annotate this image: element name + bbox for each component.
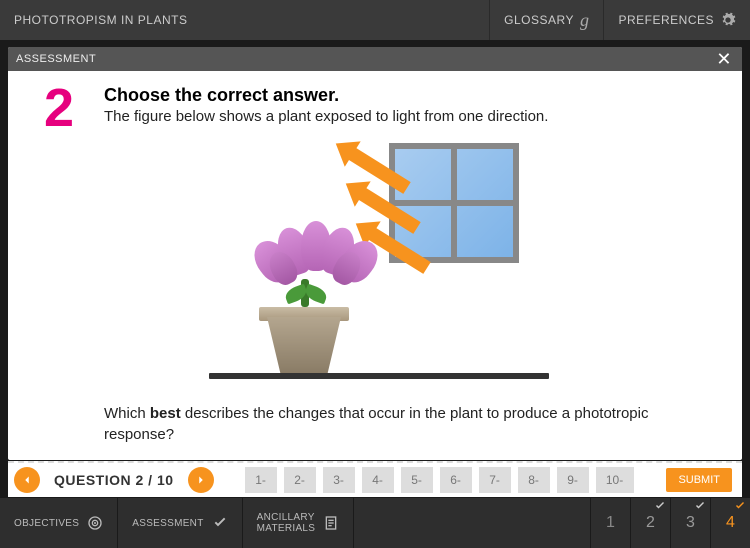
check-icon <box>212 515 228 531</box>
submit-button[interactable]: SUBMIT <box>666 468 732 492</box>
check-icon <box>694 500 706 512</box>
section-3[interactable]: 3 <box>670 498 710 548</box>
page-link-9[interactable]: 9- <box>557 467 589 493</box>
chevron-left-icon <box>20 473 34 487</box>
assessment-tab[interactable]: ASSESSMENT <box>118 498 242 548</box>
plant-illustration <box>249 283 359 373</box>
page-link-6[interactable]: 6- <box>440 467 472 493</box>
section-2[interactable]: 2 <box>630 498 670 548</box>
assessment-label: ASSESSMENT <box>132 518 203 529</box>
page-link-1[interactable]: 1- <box>245 467 277 493</box>
document-icon <box>323 515 339 531</box>
glossary-button[interactable]: GLOSSARY g <box>489 0 603 40</box>
panel-header: ASSESSMENT ✕ <box>8 47 742 71</box>
gear-icon <box>720 12 736 28</box>
question-desc: The figure below shows a plant exposed t… <box>104 108 714 125</box>
page-link-3[interactable]: 3- <box>323 467 355 493</box>
ancillary-label-2: MATERIALS <box>257 523 316 534</box>
question-number: 2 <box>44 77 74 139</box>
assessment-panel: ASSESSMENT ✕ 2 Choose the correct answer… <box>8 47 742 460</box>
page-link-2[interactable]: 2- <box>284 467 316 493</box>
section-1[interactable]: 1 <box>590 498 630 548</box>
question-nav: QUESTION 2 / 10 1- 2- 3- 4- 5- 6- 7- 8- … <box>8 461 742 497</box>
page-link-10[interactable]: 10- <box>596 467 634 493</box>
preferences-button[interactable]: PREFERENCES <box>603 0 750 40</box>
close-icon[interactable]: ✕ <box>714 49 734 70</box>
window-illustration <box>389 143 519 263</box>
glossary-icon: g <box>580 10 590 31</box>
prev-button[interactable] <box>14 467 40 493</box>
preferences-label: PREFERENCES <box>618 13 714 27</box>
chevron-right-icon <box>194 473 208 487</box>
target-icon <box>87 515 103 531</box>
question-title: Choose the correct answer. <box>104 85 714 106</box>
question-content: 2 Choose the correct answer. The figure … <box>8 71 742 460</box>
ancillary-tab[interactable]: ANCILLARY MATERIALS <box>243 498 355 548</box>
shelf-line <box>209 373 549 379</box>
page-link-8[interactable]: 8- <box>518 467 550 493</box>
next-button[interactable] <box>188 467 214 493</box>
question-figure <box>209 143 549 393</box>
question-counter: QUESTION 2 / 10 <box>54 472 174 488</box>
objectives-label: OBJECTIVES <box>14 518 79 529</box>
question-prompt: Which best describes the changes that oc… <box>104 403 714 445</box>
glossary-label: GLOSSARY <box>504 13 574 27</box>
ancillary-label-1: ANCILLARY <box>257 512 316 523</box>
page-link-5[interactable]: 5- <box>401 467 433 493</box>
lesson-title: PHOTOTROPISM IN PLANTS <box>0 13 489 27</box>
panel-title: ASSESSMENT <box>16 53 96 65</box>
page-link-7[interactable]: 7- <box>479 467 511 493</box>
check-icon <box>654 500 666 512</box>
page-link-4[interactable]: 4- <box>362 467 394 493</box>
objectives-tab[interactable]: OBJECTIVES <box>0 498 118 548</box>
top-bar: PHOTOTROPISM IN PLANTS GLOSSARY g PREFER… <box>0 0 750 40</box>
bottom-bar: OBJECTIVES ASSESSMENT ANCILLARY MATERIAL… <box>0 498 750 548</box>
check-icon <box>734 500 746 512</box>
section-4[interactable]: 4 <box>710 498 750 548</box>
